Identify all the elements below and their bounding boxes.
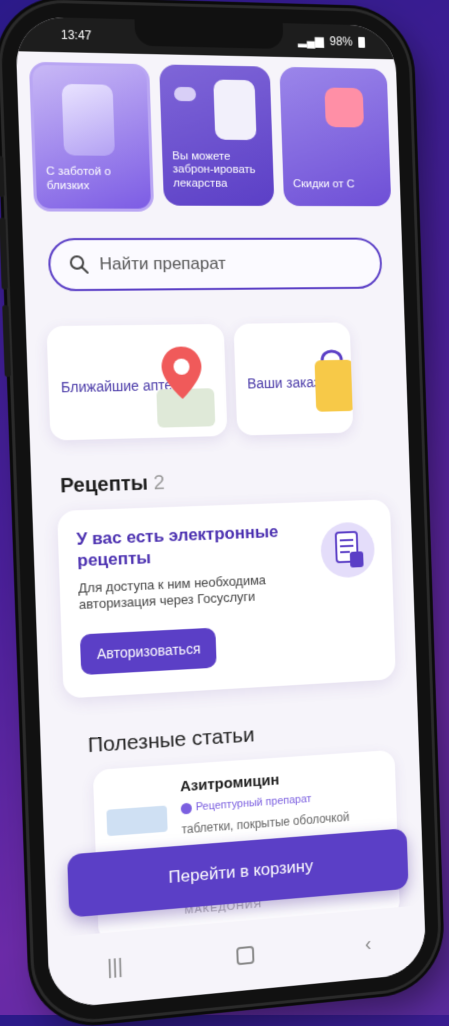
back-icon[interactable]: ‹ [365,933,372,956]
tile-your-orders[interactable]: Ваши заказы [233,322,353,435]
phone-frame: 13:47 ▂▄▆ 98% С заботой о близких Вы мож… [0,1,440,1025]
medicine-box-icon [106,806,167,837]
home-icon[interactable] [237,946,255,966]
story-card[interactable]: Скидки от С [279,67,391,206]
side-button [0,156,5,197]
prescriptions-title: Рецепты [60,472,148,497]
volume-down-button [2,305,11,377]
map-pin-icon [147,340,220,432]
volume-up-button [0,218,8,290]
story-text: С заботой о близких [46,166,145,195]
screen: 13:47 ▂▄▆ 98% С заботой о близких Вы мож… [15,16,427,1009]
battery-text: 98% [329,34,352,48]
notch [134,19,283,49]
quick-tiles: Ближайшие аптеки Ваши заказы [46,322,393,441]
search-placeholder: Найти препарат [99,254,226,275]
prescriptions-card-desc: Для доступа к ним необходима авторизация… [78,570,298,614]
main-content: С заботой о близких Вы можете заброн-иро… [16,62,424,948]
info-icon [181,802,192,814]
story-card[interactable]: Вы можете заброн-ировать лекарства [159,64,274,206]
article-name: Азитромицин [180,772,280,796]
authorize-button[interactable]: Авторизоваться [80,628,217,676]
phone-illustration-icon [213,80,256,141]
search-icon [69,254,90,274]
signal-icon: ▂▄▆ [298,33,324,47]
recent-apps-icon[interactable]: ||| [107,955,124,980]
pill-icon [174,87,196,101]
search-input[interactable]: Найти препарат [47,238,382,292]
gift-icon [324,87,364,127]
document-icon [320,521,375,578]
prescriptions-card: У вас есть электронные рецепты Для досту… [57,499,396,699]
shopping-bag-icon [306,336,353,416]
prescriptions-count: 2 [153,472,165,495]
prescriptions-card-title: У вас есть электронные рецепты [76,521,286,572]
story-text: Скидки от С [293,178,385,192]
status-time: 13:47 [61,28,92,43]
phone-illustration-icon [62,84,115,156]
prescription-badge-text: Рецептурный препарат [196,793,312,813]
story-text: Вы можете заброн-ировать лекарства [172,150,268,192]
prescription-badge: Рецептурный препарат [181,793,312,814]
prescriptions-heading: Рецепты 2 [60,465,395,499]
battery-icon [358,36,365,47]
article-desc: таблетки, покрытые оболочкой [181,810,349,837]
stories-row: С заботой о близких Вы можете заброн-иро… [29,62,386,212]
tile-nearest-pharmacies[interactable]: Ближайшие аптеки [46,324,227,441]
story-card[interactable]: С заботой о близких [29,62,154,212]
